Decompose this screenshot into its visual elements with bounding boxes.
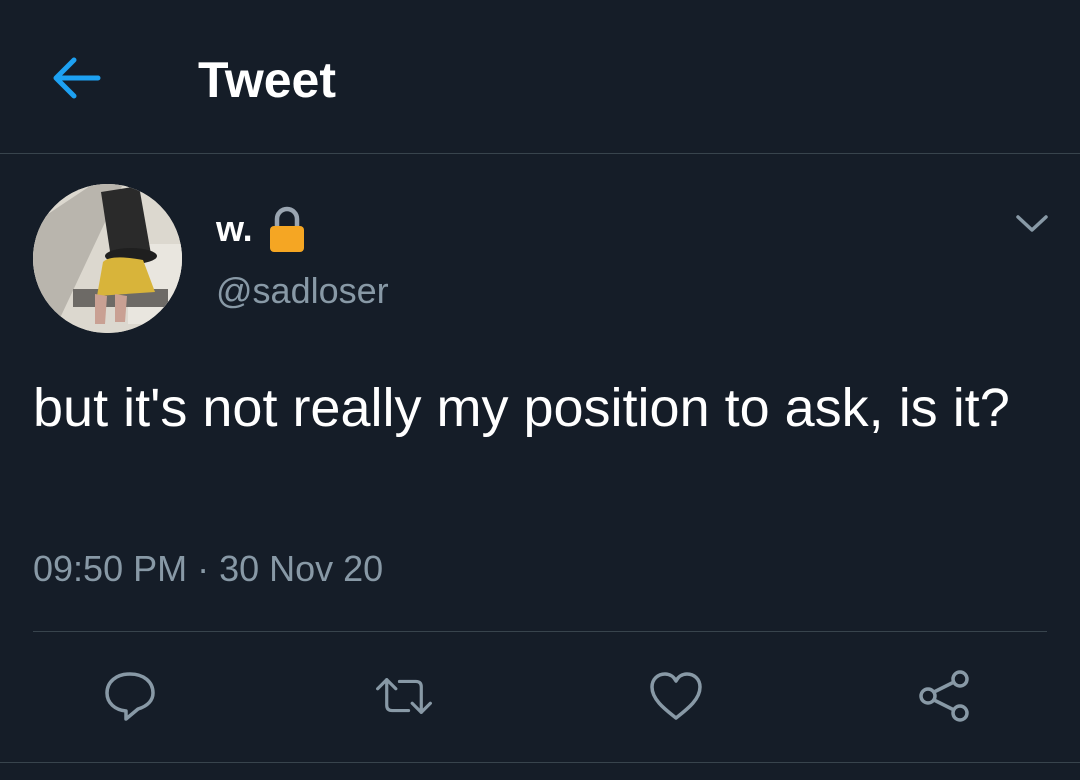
display-name[interactable]: w. xyxy=(216,208,253,250)
lock-icon xyxy=(269,206,304,252)
display-name-row: w. xyxy=(216,204,307,254)
tweet-actions-bar xyxy=(0,632,1080,762)
tweet-detail-screen: Tweet w. @sadloser but it's not really m… xyxy=(0,0,1080,780)
reply-button[interactable] xyxy=(100,666,160,726)
share-icon xyxy=(919,670,969,722)
share-button[interactable] xyxy=(914,666,974,726)
tweet-text: but it's not really my position to ask, … xyxy=(33,378,1010,438)
heart-icon xyxy=(650,672,702,720)
page-title: Tweet xyxy=(198,52,336,108)
avatar[interactable] xyxy=(33,184,182,333)
top-app-bar: Tweet xyxy=(0,0,1080,154)
retweet-icon xyxy=(376,678,432,714)
avatar-image xyxy=(33,184,182,333)
reply-icon xyxy=(105,672,155,721)
tweet-author: w. @sadloser xyxy=(0,154,1080,354)
chevron-down-icon xyxy=(1016,215,1048,232)
tweet-menu-button[interactable] xyxy=(1010,206,1054,242)
bottom-border xyxy=(0,762,1080,763)
tweet-timestamp[interactable]: 09:50 PM · 30 Nov 20 xyxy=(33,548,383,590)
user-handle[interactable]: @sadloser xyxy=(216,270,389,312)
retweet-button[interactable] xyxy=(374,666,434,726)
back-button[interactable] xyxy=(44,48,108,108)
arrow-left-icon xyxy=(53,57,101,99)
like-button[interactable] xyxy=(646,666,706,726)
